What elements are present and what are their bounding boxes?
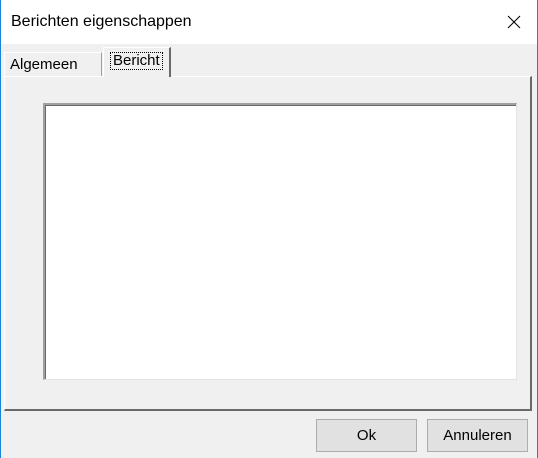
title-bar: Berichten eigenschappen (1, 0, 537, 44)
message-textarea[interactable] (43, 103, 517, 380)
ok-button[interactable]: Ok (316, 419, 417, 452)
message-textarea-content (45, 105, 516, 379)
cancel-button[interactable]: Annuleren (427, 419, 528, 452)
tab-panel-bericht (4, 76, 532, 411)
tab-bericht-label: Bericht (110, 52, 163, 70)
tab-bericht[interactable]: Bericht (103, 47, 171, 77)
close-icon (507, 15, 521, 29)
tab-algemeen-label: Algemeen (10, 56, 78, 73)
tab-algemeen[interactable]: Algemeen (4, 52, 102, 76)
close-button[interactable] (491, 0, 537, 44)
window-title: Berichten eigenschappen (11, 13, 192, 30)
properties-dialog: Berichten eigenschappen Algemeen Bericht… (0, 0, 538, 458)
